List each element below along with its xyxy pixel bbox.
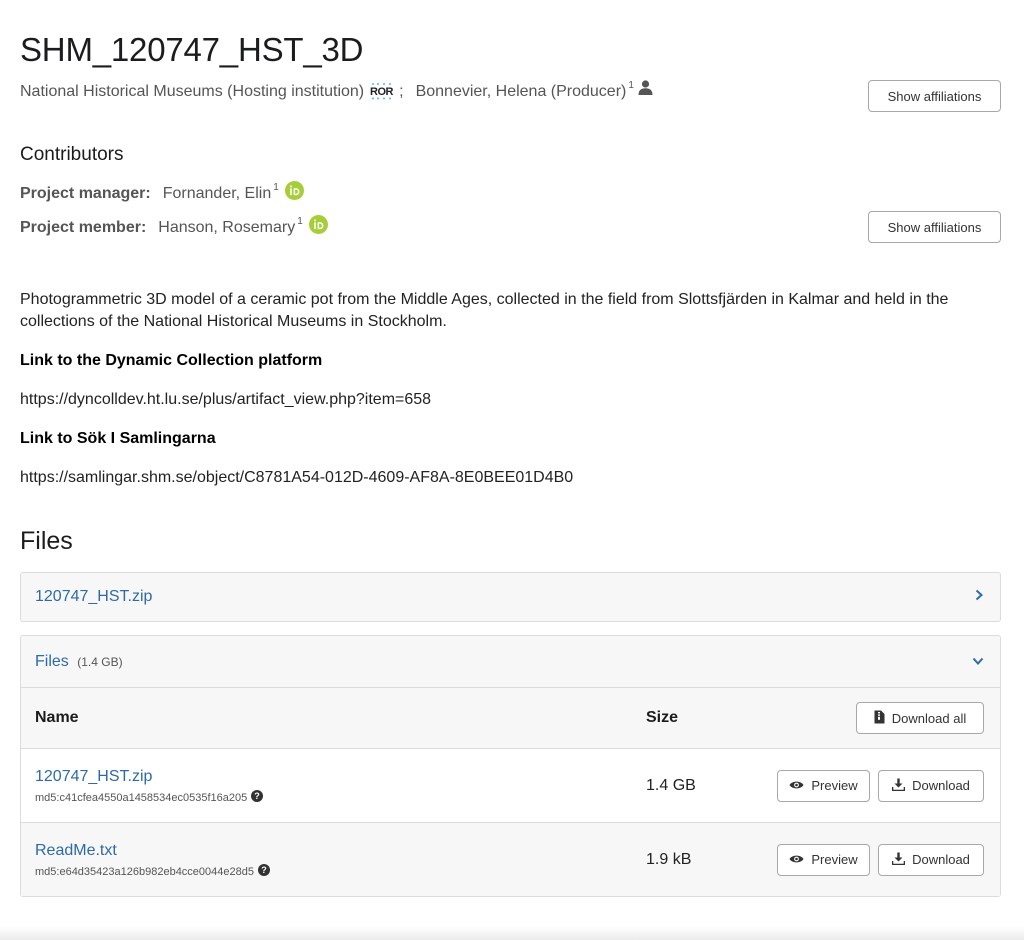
download-icon <box>891 778 906 794</box>
sok-url: https://samlingar.shm.se/object/C8781A54… <box>20 469 574 486</box>
preview-button[interactable]: Preview <box>777 769 870 802</box>
table-header: Name Size Download all <box>21 688 1000 748</box>
orcid-icon[interactable] <box>284 181 304 208</box>
files-total-size: (1.4 GB) <box>77 654 123 669</box>
show-affiliations-button[interactable]: Show affiliations <box>868 80 1001 112</box>
affiliation-ref: 1 <box>273 181 279 193</box>
page-bottom-shadow <box>0 926 1024 940</box>
preview-label: Preview <box>811 778 858 793</box>
archive-link[interactable]: 120747_HST.zip <box>35 588 152 606</box>
download-all-button[interactable]: Download all <box>856 702 984 734</box>
files-table: Name Size Download all 120747_HST.zip md… <box>21 687 1000 896</box>
download-label: Download <box>912 778 970 793</box>
question-circle-icon[interactable]: ? <box>251 790 264 805</box>
orcid-icon[interactable] <box>308 215 328 242</box>
files-panel: Files (1.4 GB) Name Size Download all 12… <box>20 635 1001 897</box>
svg-text:?: ? <box>261 865 267 875</box>
contributors-heading: Contributors <box>20 144 124 165</box>
sok-heading: Link to Sök I Samlingarna <box>20 430 216 447</box>
download-icon <box>891 852 906 868</box>
files-panel-header[interactable]: Files (1.4 GB) <box>21 636 1000 687</box>
page-title: SHM_120747_HST_3D <box>20 31 364 68</box>
contributor-role: Project member: <box>20 218 147 236</box>
chevron-down-icon[interactable] <box>972 653 984 671</box>
chevron-right-icon[interactable] <box>974 588 984 606</box>
files-heading: Files <box>20 527 73 555</box>
contributor-item: Project manager: Fornander, Elin 1 <box>20 180 1001 207</box>
md5-text: md5:c41cfea4550a1458534ec0535f16a205 <box>35 791 248 804</box>
file-archive-icon <box>874 710 885 727</box>
file-name-link[interactable]: ReadMe.txt <box>35 840 646 862</box>
contributor-item: Project member: Hanson, Rosemary 1 <box>20 214 1001 241</box>
affiliation-ref: 1 <box>297 215 303 227</box>
eye-icon <box>789 778 804 793</box>
creator-name[interactable]: Bonnevier, Helena (Producer) <box>416 80 627 104</box>
preview-button[interactable]: Preview <box>777 843 870 876</box>
download-label: Download <box>912 852 970 867</box>
svg-text:ROR: ROR <box>370 86 394 98</box>
svg-text:?: ? <box>255 791 261 801</box>
table-row: 120747_HST.zip md5:c41cfea4550a1458534ec… <box>21 748 1000 822</box>
file-checksum: md5:e64d35423a126b982eb4cce0044e28d5 ? <box>35 864 646 879</box>
contributor-name[interactable]: Hanson, Rosemary <box>158 216 295 240</box>
creators-section: National Historical Museums (Hosting ins… <box>20 80 1001 136</box>
file-size: 1.4 GB <box>646 776 696 794</box>
file-size: 1.9 kB <box>646 850 692 868</box>
file-checksum: md5:c41cfea4550a1458534ec0535f16a205 ? <box>35 790 646 805</box>
creator-separator: ; <box>399 83 404 100</box>
download-button[interactable]: Download <box>878 769 984 802</box>
eye-icon <box>789 852 804 867</box>
archive-panel-header[interactable]: 120747_HST.zip <box>21 573 1000 621</box>
table-row: ReadMe.txt md5:e64d35423a126b982eb4cce00… <box>21 822 1000 896</box>
person-icon <box>638 79 653 103</box>
contributor-name[interactable]: Fornander, Elin <box>163 182 272 206</box>
md5-text: md5:e64d35423a126b982eb4cce0044e28d5 <box>35 865 254 878</box>
dynamic-collection-heading: Link to the Dynamic Collection platform <box>20 352 323 369</box>
contributors-section: Contributors Project manager: Fornander,… <box>20 144 1001 243</box>
column-header-name: Name <box>35 709 79 726</box>
download-all-label: Download all <box>891 710 967 726</box>
creator-name[interactable]: National Historical Museums (Hosting ins… <box>20 80 364 104</box>
record-page: SHM_120747_HST_3D National Historical Mu… <box>0 0 1024 897</box>
description-section: Photogrammetric 3D model of a ceramic po… <box>20 289 1001 489</box>
affiliation-ref: 1 <box>628 80 634 91</box>
preview-label: Preview <box>811 852 858 867</box>
column-header-size: Size <box>646 709 679 726</box>
description-text: Photogrammetric 3D model of a ceramic po… <box>20 291 949 330</box>
dynamic-collection-url: https://dyncolldev.ht.lu.se/plus/artifac… <box>20 391 432 408</box>
ror-icon[interactable]: ROR <box>369 82 395 100</box>
question-circle-icon[interactable]: ? <box>258 864 270 879</box>
files-panel-title[interactable]: Files <box>35 653 69 670</box>
show-affiliations-button[interactable]: Show affiliations <box>868 211 1001 243</box>
download-button[interactable]: Download <box>878 843 984 876</box>
archive-panel[interactable]: 120747_HST.zip <box>20 572 1001 622</box>
file-name-link[interactable]: 120747_HST.zip <box>35 766 646 788</box>
creators-list: National Historical Museums (Hosting ins… <box>20 80 1001 104</box>
contributor-role: Project manager: <box>20 184 151 202</box>
